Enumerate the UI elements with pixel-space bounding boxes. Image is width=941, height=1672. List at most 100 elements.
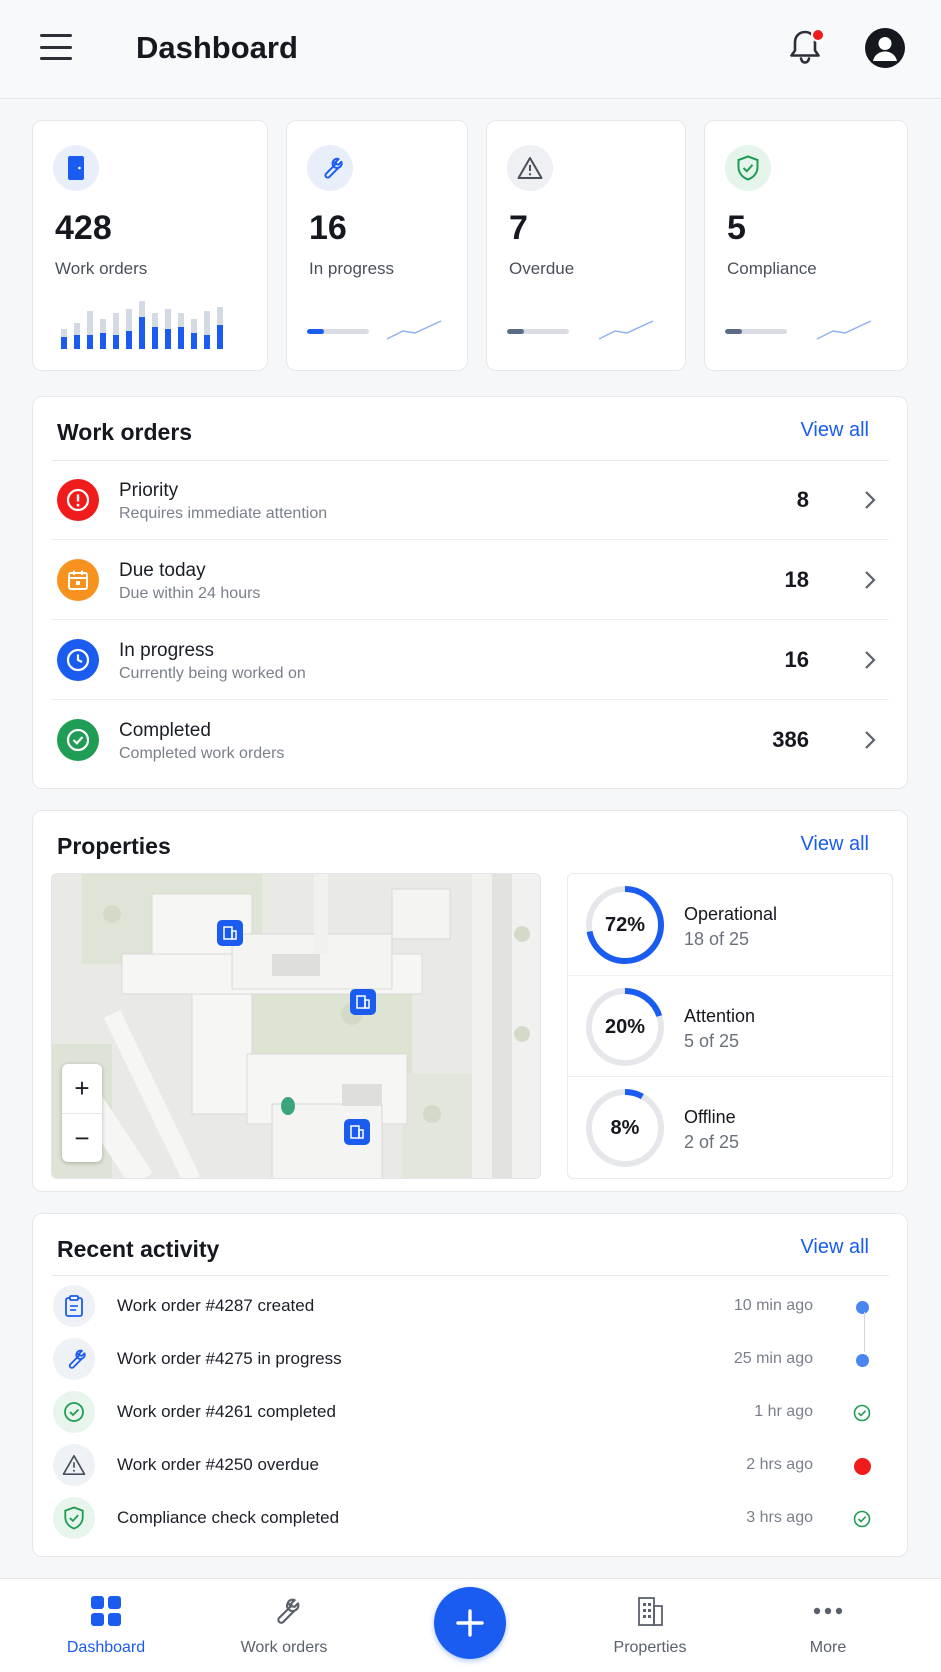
stat-card-overdue[interactable]: 7 Overdue [486, 120, 686, 371]
row-subtitle: Completed work orders [119, 745, 285, 762]
property-map[interactable]: + − [51, 873, 541, 1179]
properties-card: Properties View all + − 72% Operational … [32, 810, 908, 1192]
warning-icon [507, 145, 553, 191]
work-order-row-due-today[interactable]: Due today Due within 24 hours 18 [51, 540, 889, 620]
activity-item[interactable]: Work order #4275 in progress 25 min ago [51, 1333, 889, 1385]
activity-time: 10 min ago [733, 1297, 813, 1314]
row-title: Due today [119, 560, 206, 581]
view-all-link[interactable]: View all [800, 419, 869, 442]
building-pin[interactable] [344, 1119, 370, 1145]
row-count: 18 [784, 567, 809, 592]
profile-avatar[interactable] [865, 28, 905, 68]
nav-more[interactable]: More [768, 1595, 888, 1665]
ring-percentage: 72% [604, 913, 646, 936]
nav-dashboard[interactable]: Dashboard [46, 1595, 166, 1665]
section-title: Work orders [57, 419, 193, 445]
zoom-controls: + − [62, 1064, 102, 1162]
status-row-offline[interactable]: 8% Offline 2 of 25 [568, 1076, 894, 1177]
building-icon [638, 1597, 663, 1626]
section-title: Properties [57, 833, 171, 859]
plus-icon [456, 1609, 484, 1637]
activity-item[interactable]: Work order #4261 completed 1 hr ago [51, 1386, 889, 1438]
activity-text: Work order #4250 overdue [117, 1455, 319, 1474]
row-title: Priority [119, 480, 179, 501]
stat-label: Compliance [727, 259, 817, 278]
wrench-icon [53, 1338, 95, 1380]
stat-value: 428 [55, 209, 112, 247]
work-order-row-in-progress[interactable]: In progress Currently being worked on 16 [51, 620, 889, 700]
bottom-nav: Dashboard Work orders Properties More [0, 1578, 941, 1672]
nav-properties[interactable]: Properties [590, 1595, 710, 1665]
activity-item[interactable]: Work order #4287 created 10 min ago [51, 1280, 889, 1332]
work-order-row-priority[interactable]: Priority Requires immediate attention 8 [51, 460, 889, 540]
activity-time: 25 min ago [733, 1350, 813, 1367]
clock-icon [57, 639, 99, 681]
row-count: 8 [796, 487, 809, 512]
door-icon [53, 145, 99, 191]
calendar-icon [57, 559, 99, 601]
stat-value: 16 [309, 209, 347, 247]
green-check-icon [853, 1510, 871, 1528]
status-name: Offline [684, 1107, 736, 1127]
check-circle-icon [57, 719, 99, 761]
row-subtitle: Requires immediate attention [119, 505, 328, 522]
nav-label: Work orders [240, 1639, 328, 1656]
status-row-attention[interactable]: 20% Attention 5 of 25 [568, 975, 894, 1076]
alert-circle-icon [57, 479, 99, 521]
activity-item[interactable]: Work order #4250 overdue 2 hrs ago [51, 1439, 889, 1491]
chevron-right-icon [865, 571, 876, 589]
sparkline [598, 320, 654, 340]
view-all-link[interactable]: View all [800, 833, 869, 856]
work-order-row-completed[interactable]: Completed Completed work orders 386 [51, 700, 889, 780]
grid-icon [91, 1596, 121, 1626]
green-check-icon [853, 1404, 871, 1422]
sparkline [816, 320, 872, 340]
zoom-out-button[interactable]: − [62, 1113, 102, 1162]
page-title: Dashboard [136, 30, 298, 65]
activity-text: Work order #4275 in progress [117, 1349, 342, 1368]
chevron-right-icon [865, 731, 876, 749]
progress-bar [507, 329, 569, 334]
sparkline [386, 320, 442, 340]
blue-dot-icon [853, 1298, 871, 1316]
progress-bar [725, 329, 787, 334]
clipboard-icon [53, 1285, 95, 1327]
more-icon [813, 1607, 843, 1615]
ring-percentage: 8% [610, 1116, 640, 1139]
shield-check-icon [725, 145, 771, 191]
property-status-panel: 72% Operational 18 of 25 20% Attention 5… [567, 873, 894, 1179]
row-title: In progress [119, 640, 215, 661]
add-button[interactable] [434, 1587, 506, 1659]
row-count: 16 [784, 647, 809, 672]
stat-card-in-progress[interactable]: 16 In progress [286, 120, 468, 371]
menu-icon[interactable] [40, 34, 72, 60]
nav-work-orders[interactable]: Work orders [224, 1595, 344, 1665]
wrench-icon [307, 145, 353, 191]
stat-card-compliance[interactable]: 5 Compliance [704, 120, 908, 371]
zoom-in-button[interactable]: + [62, 1064, 102, 1113]
stat-label: Overdue [509, 259, 575, 278]
stat-label: Work orders [55, 259, 148, 278]
user-icon [873, 37, 897, 61]
status-count: 2 of 25 [684, 1132, 740, 1152]
stat-value: 5 [727, 209, 746, 247]
status-count: 5 of 25 [684, 1031, 740, 1051]
nav-label: Dashboard [66, 1639, 146, 1656]
check-circle-icon [53, 1391, 95, 1433]
top-bar: Dashboard [0, 0, 941, 99]
timeline-connector [864, 1312, 865, 1352]
row-subtitle: Due within 24 hours [119, 585, 261, 602]
notification-badge [811, 28, 825, 42]
row-title: Completed [119, 720, 211, 741]
work-orders-bar-chart [61, 301, 223, 349]
activity-text: Work order #4287 created [117, 1296, 315, 1315]
activity-time: 1 hr ago [754, 1403, 813, 1420]
blue-dot-icon [853, 1351, 871, 1369]
status-row-operational[interactable]: 72% Operational 18 of 25 [568, 874, 894, 975]
stat-card-work-orders[interactable]: 428 Work orders [32, 120, 268, 371]
activity-item[interactable]: Compliance check completed 3 hrs ago [51, 1492, 889, 1544]
building-pin[interactable] [217, 920, 243, 946]
view-all-link[interactable]: View all [800, 1236, 869, 1259]
building-pin[interactable] [350, 989, 376, 1015]
ring-percentage: 20% [604, 1015, 646, 1038]
